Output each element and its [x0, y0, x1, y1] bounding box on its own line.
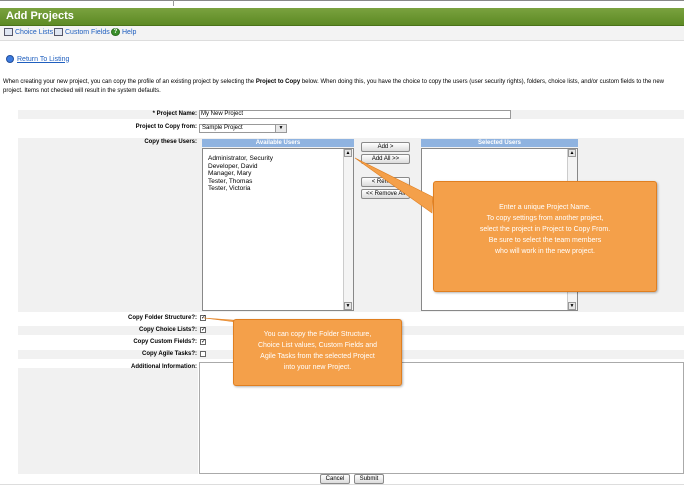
callout-right-line: select the project in Project to Copy Fr… [479, 226, 611, 233]
callout-right-line: Enter a unique Project Name. [499, 204, 591, 211]
callout-right-line: To copy settings from another project, [486, 215, 604, 222]
callout-pointer-right [354, 157, 434, 214]
callout-left-line: You can copy the Folder Structure, [263, 331, 372, 338]
callout-left-line: Choice List values, Custom Fields and [257, 342, 378, 349]
callout-project-name-tip: Enter a unique Project Name. To copy set… [433, 181, 657, 292]
callout-right-line: who will work in the new project. [495, 248, 595, 255]
callout-right-line: Be sure to select the team members [488, 237, 602, 244]
callout-left-line: into your new Project. [283, 364, 352, 371]
callout-left-line: Agile Tasks from the selected Project [260, 353, 375, 360]
callout-copy-options-tip: You can copy the Folder Structure, Choic… [233, 319, 402, 386]
